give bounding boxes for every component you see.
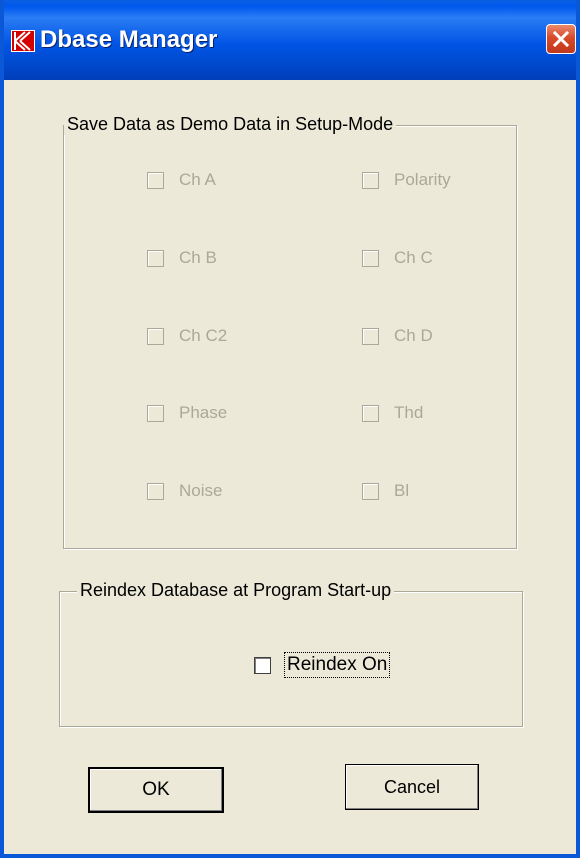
checkbox-box [362,404,379,422]
checkbox-label: Bl [394,481,410,500]
dbase-manager-window: Dbase Manager Save Data as Demo Data in … [0,0,580,858]
reindex-legend: Reindex Database at Program Start-up [77,580,395,601]
checkbox-box [362,327,379,345]
checkbox-box [362,171,379,189]
checkbox-phase[interactable]: Phase [147,403,227,423]
checkbox-box [147,249,164,267]
checkbox-ch-c2[interactable]: Ch C2 [147,326,227,346]
window-title: Dbase Manager [40,26,218,53]
checkbox-label: Reindex On [283,652,391,678]
checkbox-box [147,404,164,422]
checkbox-box [362,249,379,267]
checkbox-ch-b[interactable]: Ch B [147,248,217,268]
checkbox-box [147,327,164,345]
checkbox-label: Phase [179,403,228,422]
checkbox-box [362,482,379,500]
checkbox-label: Noise [179,481,223,500]
checkbox-label: Ch C2 [179,326,228,345]
checkbox-ch-d[interactable]: Ch D [362,326,433,346]
checkbox-bl[interactable]: Bl [362,481,409,501]
cancel-button[interactable]: Cancel [345,764,479,810]
checkbox-box [147,482,164,500]
checkbox-noise[interactable]: Noise [147,481,222,501]
checkbox-label: Ch C [394,248,433,267]
checkbox-polarity[interactable]: Polarity [362,170,451,190]
checkbox-label: Ch D [394,326,433,345]
checkbox-ch-a[interactable]: Ch A [147,170,216,190]
close-icon [552,30,570,48]
checkbox-box[interactable] [254,656,271,674]
demo-data-groupbox: Save Data as Demo Data in Setup-Mode Ch … [63,114,517,549]
title-bar[interactable]: Dbase Manager [4,0,576,80]
checkbox-box [147,171,164,189]
checkbox-label: Ch B [179,248,217,267]
ok-button[interactable]: OK [88,767,224,813]
checkbox-reindex-on[interactable]: Reindex On [254,652,391,678]
checkbox-ch-c[interactable]: Ch C [362,248,433,268]
checkbox-label: Polarity [394,170,451,189]
reindex-groupbox: Reindex Database at Program Start-up Rei… [59,580,523,727]
demo-data-legend: Save Data as Demo Data in Setup-Mode [64,114,397,135]
k-logo-icon [11,30,35,52]
checkbox-label: Thd [394,403,424,422]
checkbox-label: Ch A [179,170,216,189]
checkbox-thd[interactable]: Thd [362,403,423,423]
close-button[interactable] [546,24,576,54]
